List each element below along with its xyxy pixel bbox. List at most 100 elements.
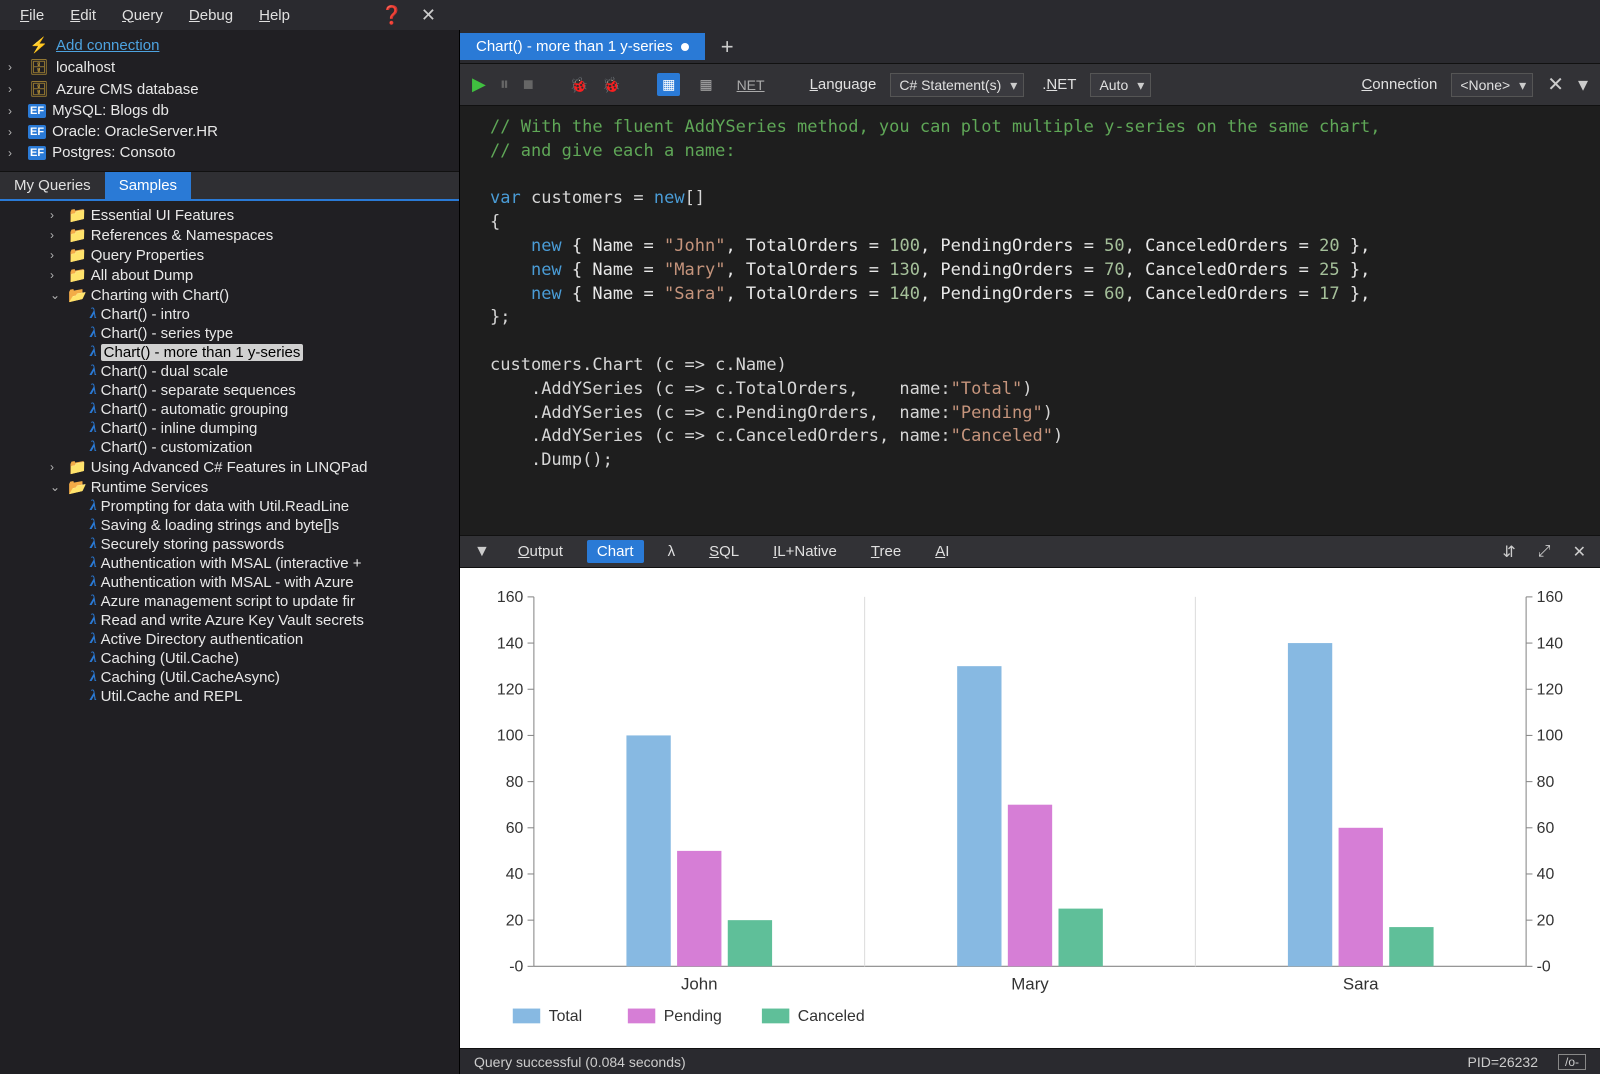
lambda-icon: λ bbox=[90, 439, 97, 456]
tree-folder[interactable]: ›📁Essential UI Features bbox=[0, 205, 459, 225]
tree-item[interactable]: λAuthentication with MSAL (interactive + bbox=[0, 554, 459, 573]
menu-debug[interactable]: Debug bbox=[177, 4, 245, 27]
tree-item-label: Prompting for data with Util.ReadLine bbox=[101, 498, 349, 515]
tree-item[interactable]: λChart() - more than 1 y-series bbox=[0, 343, 459, 362]
lambda-icon: λ bbox=[90, 574, 97, 591]
tree-item[interactable]: λChart() - separate sequences bbox=[0, 381, 459, 400]
chart-bar bbox=[728, 920, 772, 966]
tab-myqueries[interactable]: My Queries bbox=[0, 172, 105, 199]
result-tab-il[interactable]: IL+Native bbox=[763, 540, 847, 563]
tree-item[interactable]: λCaching (Util.CacheAsync) bbox=[0, 668, 459, 687]
svg-text:20: 20 bbox=[506, 912, 524, 929]
tree-item[interactable]: λCaching (Util.Cache) bbox=[0, 649, 459, 668]
lambda-icon: λ bbox=[90, 401, 97, 418]
tree-folder[interactable]: ›📁Using Advanced C# Features in LINQPad bbox=[0, 457, 459, 477]
tree-item[interactable]: λChart() - series type bbox=[0, 324, 459, 343]
tree-item[interactable]: λChart() - inline dumping bbox=[0, 419, 459, 438]
tree-item-label: Saving & loading strings and byte[]s bbox=[101, 517, 339, 534]
status-bar: Query successful (0.084 seconds) PID=262… bbox=[460, 1048, 1600, 1074]
tree-item-label: Read and write Azure Key Vault secrets bbox=[101, 612, 364, 629]
svg-text:-0: -0 bbox=[1537, 959, 1551, 976]
tree-item-label: Chart() - intro bbox=[101, 306, 190, 323]
chevron-icon: › bbox=[50, 228, 64, 242]
bug-step-icon[interactable]: 🐞 bbox=[602, 76, 621, 94]
connection-item[interactable]: ›EFMySQL: Blogs db bbox=[4, 100, 455, 121]
tree-item[interactable]: λRead and write Azure Key Vault secrets bbox=[0, 611, 459, 630]
tree-item[interactable]: λActive Directory authentication bbox=[0, 630, 459, 649]
collapse-icon[interactable]: ▼ bbox=[470, 543, 494, 561]
lambda-icon: λ bbox=[90, 517, 97, 534]
pause-button[interactable]: ⏸ bbox=[500, 74, 509, 95]
results-grid-button[interactable]: ▦ bbox=[657, 73, 680, 96]
tab-samples[interactable]: Samples bbox=[105, 172, 191, 199]
result-tab-ai[interactable]: AI bbox=[925, 540, 959, 563]
result-tab-chart[interactable]: Chart bbox=[587, 540, 644, 563]
svg-text:100: 100 bbox=[497, 728, 524, 745]
connection-select[interactable]: <None> bbox=[1451, 73, 1533, 97]
tree-item[interactable]: λChart() - dual scale bbox=[0, 362, 459, 381]
sidebar: ⚡ Add connection ›🗄localhost›🗄Azure CMS … bbox=[0, 30, 460, 1074]
menu-edit[interactable]: Edit bbox=[58, 4, 108, 27]
tree-folder[interactable]: ⌄📂Charting with Chart() bbox=[0, 285, 459, 305]
add-connection-row[interactable]: ⚡ Add connection bbox=[4, 34, 455, 56]
menu-file[interactable]: File bbox=[8, 4, 56, 27]
stop-button[interactable]: ■ bbox=[523, 74, 534, 95]
new-tab-button[interactable]: + bbox=[705, 34, 750, 60]
connection-item[interactable]: ›EFOracle: OracleServer.HR bbox=[4, 121, 455, 142]
tree-folder[interactable]: ›📁Query Properties bbox=[0, 245, 459, 265]
results-rich-button[interactable]: ▦ bbox=[694, 73, 717, 96]
add-connection-link[interactable]: Add connection bbox=[56, 37, 159, 54]
editor-tab-active[interactable]: Chart() - more than 1 y-series bbox=[460, 33, 705, 60]
tree-item[interactable]: λChart() - automatic grouping bbox=[0, 400, 459, 419]
tree-folder[interactable]: ›📁All about Dump bbox=[0, 265, 459, 285]
tree-item[interactable]: λSaving & loading strings and byte[]s bbox=[0, 516, 459, 535]
chevron-icon: › bbox=[50, 208, 64, 222]
tree-item[interactable]: λUtil.Cache and REPL bbox=[0, 687, 459, 706]
code-editor[interactable]: // With the fluent AddYSeries method, yo… bbox=[460, 106, 1600, 536]
editor-tab-label: Chart() - more than 1 y-series bbox=[476, 38, 673, 55]
lambda-icon: λ bbox=[90, 555, 97, 572]
result-tab-lambda[interactable]: λ bbox=[658, 540, 686, 563]
tree-item-label: Runtime Services bbox=[91, 479, 209, 496]
net-select[interactable]: Auto bbox=[1090, 73, 1151, 97]
tree-item[interactable]: λAuthentication with MSAL - with Azure bbox=[0, 573, 459, 592]
bug-icon[interactable]: 🐞 bbox=[570, 76, 589, 94]
tree-item[interactable]: λChart() - intro bbox=[0, 305, 459, 324]
expand-icon[interactable]: ⤢ bbox=[1534, 543, 1555, 561]
tree-item[interactable]: λChart() - customization bbox=[0, 438, 459, 457]
result-tab-output[interactable]: Output bbox=[508, 540, 573, 563]
tree-item[interactable]: λPrompting for data with Util.ReadLine bbox=[0, 497, 459, 516]
sidebar-close-icon[interactable]: ✕ bbox=[413, 5, 444, 26]
menu-query[interactable]: Query bbox=[110, 4, 175, 27]
svg-text:40: 40 bbox=[506, 866, 524, 883]
result-tab-tree[interactable]: Tree bbox=[861, 540, 911, 563]
tree-item[interactable]: λSecurely storing passwords bbox=[0, 535, 459, 554]
connection-item[interactable]: ›🗄Azure CMS database bbox=[4, 78, 455, 100]
svg-text:80: 80 bbox=[506, 774, 524, 791]
tree-folder[interactable]: ›📁References & Namespaces bbox=[0, 225, 459, 245]
language-select[interactable]: C# Statement(s) bbox=[890, 73, 1024, 97]
help-icon[interactable]: ❓ bbox=[372, 5, 410, 26]
folder-icon: 📂 bbox=[68, 478, 87, 496]
split-icon[interactable]: ⇵ bbox=[1498, 542, 1519, 562]
connection-label: MySQL: Blogs db bbox=[52, 102, 169, 119]
connection-label: Azure CMS database bbox=[56, 81, 199, 98]
close-results-icon[interactable]: ✕ bbox=[1569, 542, 1590, 562]
results-text-button[interactable]: NET bbox=[732, 74, 770, 96]
tree-item[interactable]: λAzure management script to update fir bbox=[0, 592, 459, 611]
chart-output: -0-0202040406060808010010012012014014016… bbox=[460, 568, 1600, 1048]
folder-icon: 📁 bbox=[68, 206, 87, 224]
samples-tree[interactable]: ›📁Essential UI Features›📁References & Na… bbox=[0, 201, 459, 1074]
lambda-icon: λ bbox=[90, 650, 97, 667]
run-button[interactable]: ▶ bbox=[472, 74, 486, 95]
result-tab-sql[interactable]: SQL bbox=[699, 540, 749, 563]
menu-help[interactable]: Help bbox=[247, 4, 302, 27]
ef-icon: EF bbox=[28, 125, 46, 139]
connection-label: Postgres: Consoto bbox=[52, 144, 175, 161]
connection-item[interactable]: ›🗄localhost bbox=[4, 56, 455, 78]
tree-folder[interactable]: ⌄📂Runtime Services bbox=[0, 477, 459, 497]
toolbar-menu-icon[interactable]: ▾ bbox=[1578, 72, 1588, 97]
toolbar-close-icon[interactable]: ✕ bbox=[1547, 72, 1564, 97]
menu-bar: File Edit Query Debug Help ❓ ✕ bbox=[0, 0, 1600, 30]
connection-item[interactable]: ›EFPostgres: Consoto bbox=[4, 142, 455, 163]
